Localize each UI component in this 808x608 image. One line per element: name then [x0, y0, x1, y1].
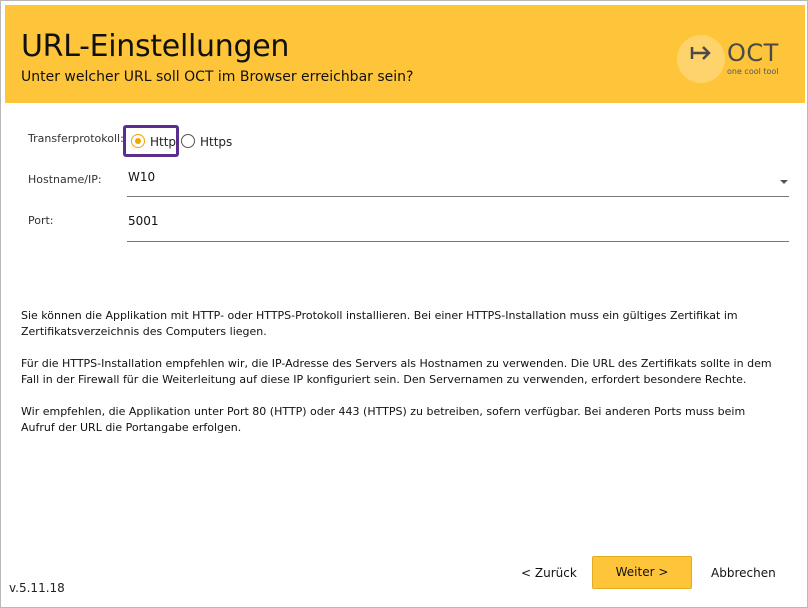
info-paragraph-2: Für die HTTPS-Installation empfehlen wir…: [21, 357, 772, 386]
page-title: URL-Einstellungen: [21, 29, 290, 64]
hostname-label: Hostname/IP:: [28, 173, 102, 186]
setup-window: URL-Einstellungen Unter welcher URL soll…: [0, 0, 808, 608]
header-banner: URL-Einstellungen Unter welcher URL soll…: [5, 5, 805, 103]
port-input[interactable]: 5001: [128, 214, 159, 228]
port-underline: [127, 241, 789, 242]
back-button[interactable]: < Zurück: [521, 566, 577, 580]
radio-http-label[interactable]: Http: [150, 135, 176, 149]
cancel-button[interactable]: Abbrechen: [711, 566, 776, 580]
logo-name: OCT: [727, 39, 779, 67]
arrow-right-icon: [689, 37, 713, 71]
version-label: v.5.11.18: [9, 581, 65, 595]
info-paragraph-3: Wir empfehlen, die Applikation unter Por…: [21, 405, 746, 434]
hostname-select[interactable]: W10: [128, 170, 155, 184]
protocol-label: Transferprotokoll:: [28, 132, 124, 145]
radio-http[interactable]: [131, 134, 145, 148]
chevron-down-icon[interactable]: [780, 180, 788, 184]
logo-tagline: one cool tool: [727, 67, 779, 76]
page-subtitle: Unter welcher URL soll OCT im Browser er…: [21, 69, 414, 85]
radio-https-label[interactable]: Https: [200, 135, 232, 149]
info-paragraph-1: Sie können die Applikation mit HTTP- ode…: [21, 309, 738, 338]
port-label: Port:: [28, 214, 54, 227]
next-button[interactable]: Weiter >: [592, 556, 692, 589]
hostname-underline: [127, 196, 789, 197]
oct-logo: OCT one cool tool: [677, 35, 789, 83]
radio-https[interactable]: [181, 134, 195, 148]
